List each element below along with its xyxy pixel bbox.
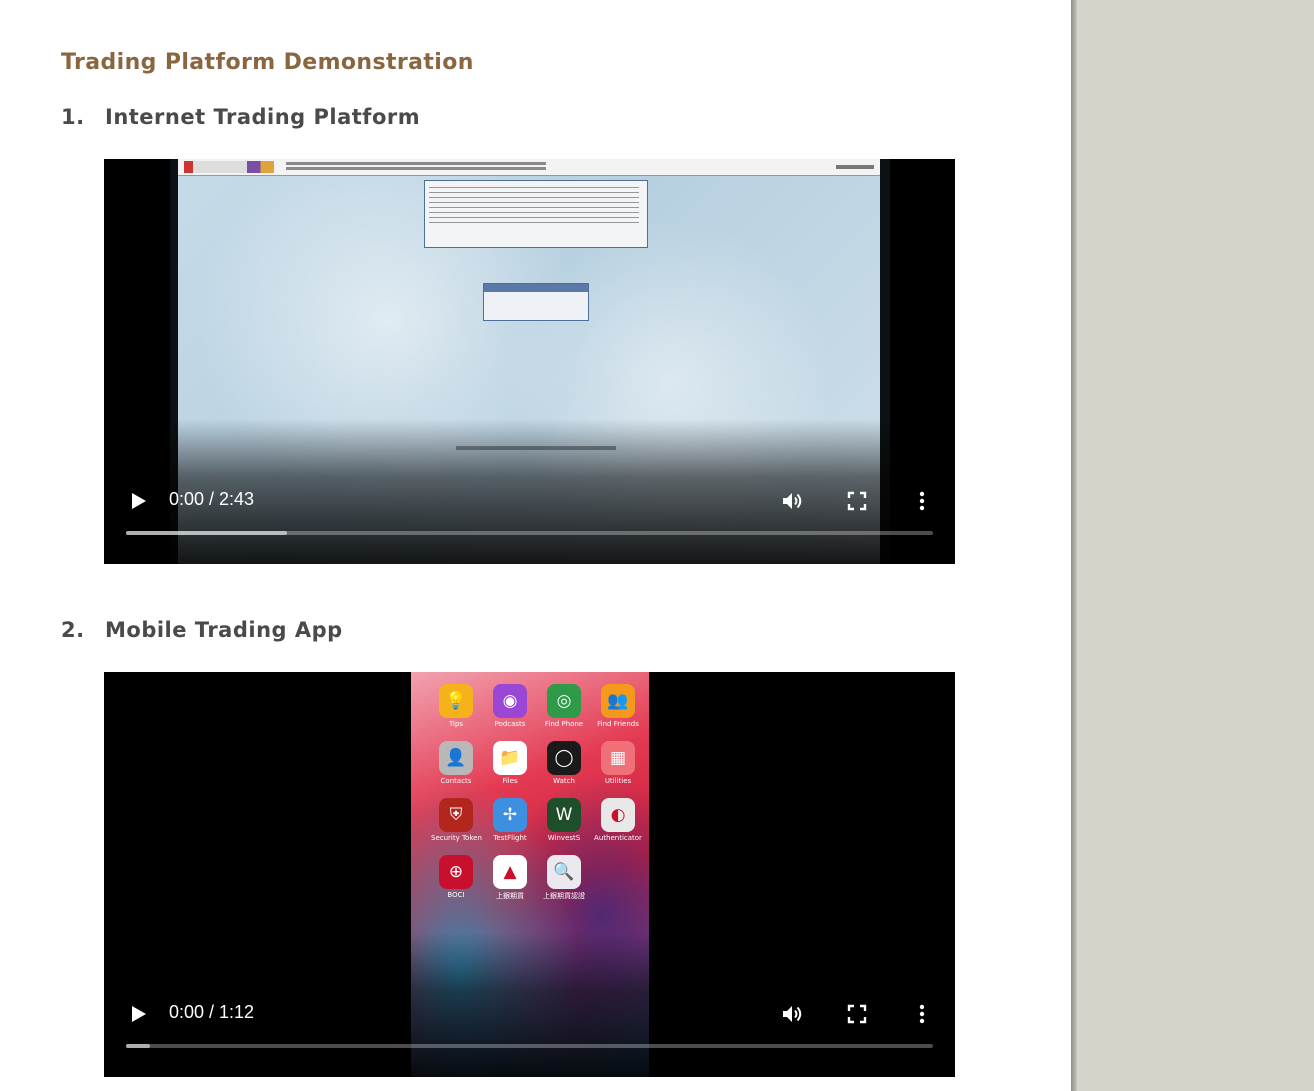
lightbulb-icon: 💡 (439, 684, 473, 718)
app-label: BOCI (447, 891, 465, 899)
app-2: ◎ Find Phone (539, 684, 589, 728)
app-label: Find Phone (544, 720, 584, 728)
app-11: ◐ Authenticator (593, 798, 643, 842)
app-label: TestFlight (493, 834, 527, 842)
video-controls: 0:00 / 2:43 (104, 419, 955, 564)
buffered-bar (126, 1044, 151, 1048)
app-label: Find Friends (597, 720, 639, 728)
volume-button[interactable] (780, 489, 804, 513)
more-vertical-icon (919, 491, 925, 511)
app-label: Contacts (440, 777, 472, 785)
app-4: 👤 Contacts (431, 741, 481, 785)
play-icon (132, 1006, 146, 1022)
page-title: Trading Platform Demonstration (61, 50, 474, 75)
main-content: Trading Platform Demonstration 1. Interne… (0, 0, 1071, 1091)
contacts-icon: 👤 (439, 741, 473, 775)
video-player-internet-trading[interactable]: 0:00 / 2:43 (104, 159, 955, 564)
section-heading-internet-trading: 1. Internet Trading Platform (61, 105, 420, 129)
app-10: W WinvestS (539, 798, 589, 842)
app-12: ⊕ BOCI (431, 855, 481, 899)
fullscreen-button[interactable] (846, 1003, 868, 1025)
right-sidebar (1071, 0, 1314, 1091)
notice-box (424, 180, 648, 248)
app-label: Podcasts (494, 720, 526, 728)
app-label: Security Token (431, 834, 482, 842)
section-number: 1. (61, 105, 85, 129)
app-7: ▦ Utilities (593, 741, 643, 785)
app-label: Files (502, 777, 518, 785)
folder-icon: 📁 (493, 741, 527, 775)
website-header (178, 159, 880, 176)
play-button[interactable] (128, 491, 148, 511)
authenticator-icon: ◐ (601, 798, 635, 832)
app-0: 💡 Tips (431, 684, 481, 728)
section-number: 2. (61, 618, 85, 642)
volume-icon (783, 493, 802, 509)
progress-bar[interactable] (126, 1044, 933, 1048)
fullscreen-icon (847, 491, 867, 511)
sbs-futures-icon: ▲ (493, 855, 527, 889)
time-display: 0:00 / 2:43 (169, 489, 255, 509)
progress-bar[interactable] (126, 531, 933, 535)
section-title: Internet Trading Platform (105, 105, 421, 129)
app-label: 上銀期貨認證 (543, 892, 585, 900)
fullscreen-icon (847, 1004, 867, 1024)
app-8: ⛨ Security Token (431, 798, 482, 842)
play-button[interactable] (128, 1004, 148, 1024)
friends-icon: 👥 (601, 684, 635, 718)
fullscreen-button[interactable] (846, 490, 868, 512)
shield-icon: ⛨ (439, 798, 473, 832)
login-box (483, 283, 589, 321)
volume-icon (783, 1006, 802, 1022)
section-heading-mobile-app: 2. Mobile Trading App (61, 618, 343, 642)
more-options-button[interactable] (916, 1002, 928, 1026)
volume-button[interactable] (780, 1002, 804, 1026)
more-options-button[interactable] (916, 489, 928, 513)
video-player-mobile-app[interactable]: 💡 Tips ◉ Podcasts ◎ Find Phone 👥 Find Friends 👤 C… (104, 672, 955, 1077)
app-label: Tips (448, 720, 464, 728)
app-3: 👥 Find Friends (593, 684, 643, 728)
company-logo-icon (184, 161, 274, 173)
app-14: 🔍 上銀期貨認證 (539, 855, 589, 901)
chart-icon: W (547, 798, 581, 832)
time-display: 0:00 / 1:12 (169, 1002, 255, 1022)
more-vertical-icon (919, 1004, 925, 1024)
app-label: Watch (553, 777, 575, 785)
app-label: Utilities (604, 777, 632, 785)
app-6: ◯ Watch (539, 741, 589, 785)
video-controls: 0:00 / 1:12 (104, 932, 955, 1077)
app-5: 📁 Files (485, 741, 535, 785)
section-title: Mobile Trading App (105, 618, 343, 642)
app-label: WinvestS (547, 834, 581, 842)
app-13: ▲ 上銀期貨 (485, 855, 535, 901)
podcast-icon: ◉ (493, 684, 527, 718)
app-label: Authenticator (594, 834, 642, 842)
watch-icon: ◯ (547, 741, 581, 775)
folder-grid-icon: ▦ (601, 741, 635, 775)
app-9: ✢ TestFlight (485, 798, 535, 842)
sidebar-divider (1071, 0, 1077, 1091)
propeller-icon: ✢ (493, 798, 527, 832)
app-1: ◉ Podcasts (485, 684, 535, 728)
sbs-auth-icon: 🔍 (547, 855, 581, 889)
buffered-bar (126, 531, 288, 535)
radar-icon: ◎ (547, 684, 581, 718)
boci-logo-icon: ⊕ (439, 855, 473, 889)
play-icon (132, 493, 146, 509)
app-label: 上銀期貨 (496, 892, 524, 900)
